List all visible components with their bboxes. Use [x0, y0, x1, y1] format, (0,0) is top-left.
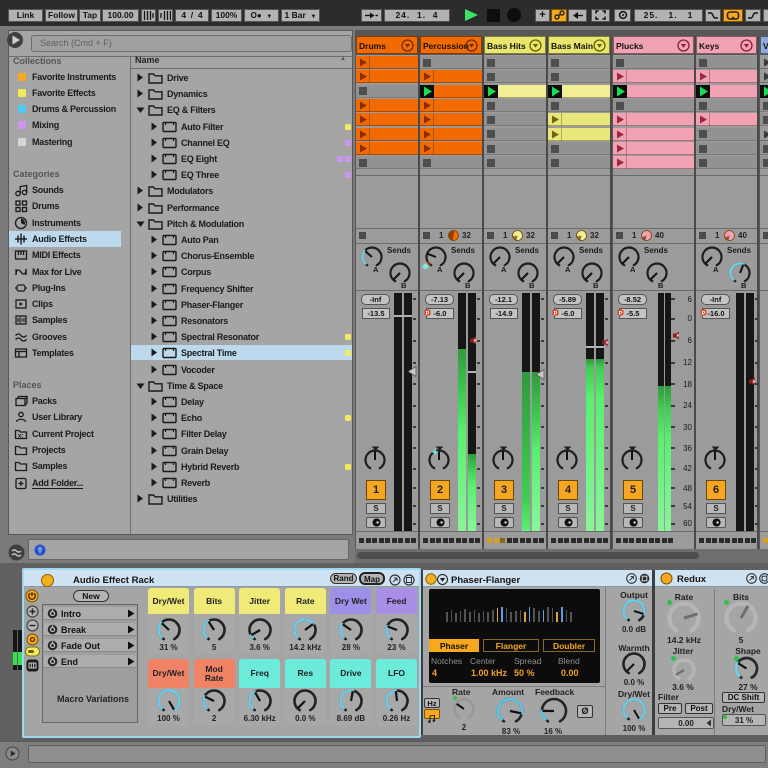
svg-text:P: P [426, 311, 430, 316]
svg-text:P: P [702, 311, 706, 316]
svg-text:x:: x: [18, 434, 23, 440]
svg-text:P: P [619, 311, 623, 316]
svg-text:P: P [554, 311, 558, 316]
